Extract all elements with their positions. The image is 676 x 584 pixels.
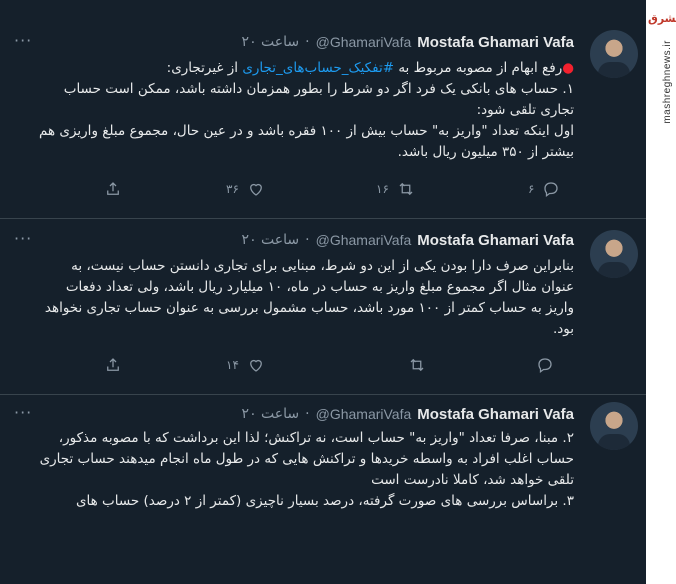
reply-count: ۶ bbox=[528, 182, 535, 196]
tweet-3[interactable]: Mostafa Ghamari Vafa @GhamariVafa · ۲۰ س… bbox=[0, 394, 646, 584]
separator-dot: · bbox=[305, 232, 310, 248]
author-handle[interactable]: @GhamariVafa bbox=[316, 232, 412, 248]
hashtag-link[interactable]: #تفکیک_حساب‌های_تجاری bbox=[242, 60, 394, 76]
heart-icon bbox=[250, 183, 262, 196]
tweet-feed: Mostafa Ghamari Vafa @GhamariVafa · ۲۰ س… bbox=[0, 0, 646, 584]
tweet-line: ۱. حساب های بانکی یک فرد اگر دو شرط را ب… bbox=[63, 81, 574, 118]
share-icon bbox=[107, 182, 119, 195]
tweet-time[interactable]: ۲۰ ساعت bbox=[242, 34, 300, 50]
like-button[interactable]: ۱۴ bbox=[226, 356, 265, 374]
avatar[interactable] bbox=[590, 230, 638, 278]
tweet-body: ۲. مبنا، صرفا تعداد "واریز به" حساب است،… bbox=[38, 428, 574, 512]
like-button[interactable]: ۳۶ bbox=[226, 180, 265, 198]
share-button[interactable] bbox=[104, 356, 122, 374]
reply-icon bbox=[538, 358, 552, 374]
author-name[interactable]: Mostafa Ghamari Vafa bbox=[417, 232, 574, 249]
author-handle[interactable]: @GhamariVafa bbox=[316, 406, 412, 422]
separator-dot: · bbox=[305, 34, 310, 50]
tweet-header: Mostafa Ghamari Vafa @GhamariVafa · ۲۰ س… bbox=[242, 32, 574, 52]
like-count: ۳۶ bbox=[226, 182, 239, 196]
more-options-icon[interactable]: ··· bbox=[14, 405, 38, 422]
like-count: ۱۴ bbox=[226, 358, 239, 372]
reply-icon bbox=[544, 182, 559, 198]
tweet-actions: ۱۴ bbox=[0, 356, 646, 380]
watermark-strip: مشرق mashreghnews.ir bbox=[646, 0, 676, 584]
tweet-body: بنابراین صرف دارا بودن یکی از این دو شرط… bbox=[38, 256, 574, 340]
tweet-time[interactable]: ۲۰ ساعت bbox=[242, 232, 300, 248]
tweet-header: Mostafa Ghamari Vafa @GhamariVafa · ۲۰ س… bbox=[242, 230, 574, 250]
more-options-icon[interactable]: ··· bbox=[14, 231, 38, 248]
tweet-1[interactable]: Mostafa Ghamari Vafa @GhamariVafa · ۲۰ س… bbox=[0, 0, 646, 219]
author-handle[interactable]: @GhamariVafa bbox=[316, 34, 412, 50]
retweet-button[interactable] bbox=[400, 356, 426, 374]
retweet-count: ۱۶ bbox=[376, 182, 389, 196]
tweet-header: Mostafa Ghamari Vafa @GhamariVafa · ۲۰ س… bbox=[242, 404, 574, 424]
tweet-line: ●رفع ابهام از مصوبه مربوط به #تفکیک_حساب… bbox=[166, 60, 574, 76]
tweet-time[interactable]: ۲۰ ساعت bbox=[242, 406, 300, 422]
heart-icon bbox=[250, 359, 262, 372]
author-name[interactable]: Mostafa Ghamari Vafa bbox=[417, 406, 574, 423]
share-button[interactable] bbox=[104, 180, 122, 198]
tweet-line: بنابراین صرف دارا بودن یکی از این دو شرط… bbox=[44, 258, 574, 337]
separator-dot: · bbox=[305, 406, 310, 422]
avatar[interactable] bbox=[590, 30, 638, 78]
watermark-site: mashreghnews.ir bbox=[662, 40, 673, 124]
tweet-actions: ۶ ۱۶ ۳۶ bbox=[0, 180, 646, 204]
tweet-line: ۲. مبنا، صرفا تعداد "واریز به" حساب است،… bbox=[39, 430, 574, 488]
retweet-icon bbox=[410, 358, 424, 372]
tweet-line: ۳. براساس بررسی های صورت گرفته، درصد بسی… bbox=[75, 493, 574, 509]
author-name[interactable]: Mostafa Ghamari Vafa bbox=[417, 34, 574, 51]
retweet-icon bbox=[399, 182, 413, 196]
tweet-body: ●رفع ابهام از مصوبه مربوط به #تفکیک_حساب… bbox=[38, 58, 574, 163]
retweet-button[interactable]: ۱۶ bbox=[376, 180, 415, 198]
reply-button[interactable]: ۶ bbox=[528, 180, 560, 198]
tweet-2[interactable]: Mostafa Ghamari Vafa @GhamariVafa · ۲۰ س… bbox=[0, 218, 646, 395]
share-icon bbox=[107, 358, 119, 371]
more-options-icon[interactable]: ··· bbox=[14, 33, 38, 50]
red-circle-icon: ● bbox=[562, 60, 574, 76]
reply-button[interactable] bbox=[528, 356, 554, 374]
tweet-line: اول اینکه تعداد "واریز به" حساب بیش از ۱… bbox=[39, 123, 574, 160]
avatar[interactable] bbox=[590, 402, 638, 450]
mashregh-logo: مشرق bbox=[648, 12, 676, 25]
